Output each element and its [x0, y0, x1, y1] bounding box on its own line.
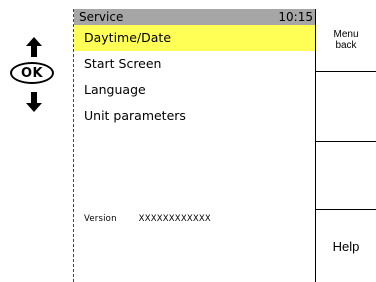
menu-item-language[interactable]: Language — [74, 77, 316, 103]
menu-item-unit-parameters[interactable]: Unit parameters — [74, 103, 316, 129]
version-value: XXXXXXXXXXXX — [138, 214, 211, 224]
softkey-3[interactable] — [316, 142, 376, 210]
title-bar: Service 10:15 — [74, 9, 316, 25]
menu-back-line2: back — [335, 40, 357, 51]
screen-title: Service — [79, 10, 124, 24]
ok-button-label: OK — [20, 65, 44, 81]
softkey-panel: Menu back Help — [315, 9, 376, 282]
version-info: Version XXXXXXXXXXXX — [84, 214, 211, 224]
menu-item-daytime-date[interactable]: Daytime/Date — [74, 25, 316, 51]
navigation-pad: OK — [0, 0, 54, 282]
help-button[interactable]: Help — [316, 210, 376, 282]
menu-item-start-screen[interactable]: Start Screen — [74, 51, 316, 77]
softkey-2[interactable] — [316, 72, 376, 142]
version-label: Version — [84, 214, 117, 224]
display-screen: Service 10:15 Daytime/Date Start Screen … — [73, 9, 316, 282]
help-button-label: Help — [332, 238, 360, 254]
arrow-up-icon[interactable] — [26, 37, 42, 57]
menu-back-line1: Menu — [333, 29, 359, 40]
menu-back-button[interactable]: Menu back — [316, 9, 376, 72]
arrow-down-icon[interactable] — [26, 92, 42, 112]
clock: 10:15 — [278, 10, 313, 24]
ok-button[interactable]: OK — [10, 62, 54, 84]
